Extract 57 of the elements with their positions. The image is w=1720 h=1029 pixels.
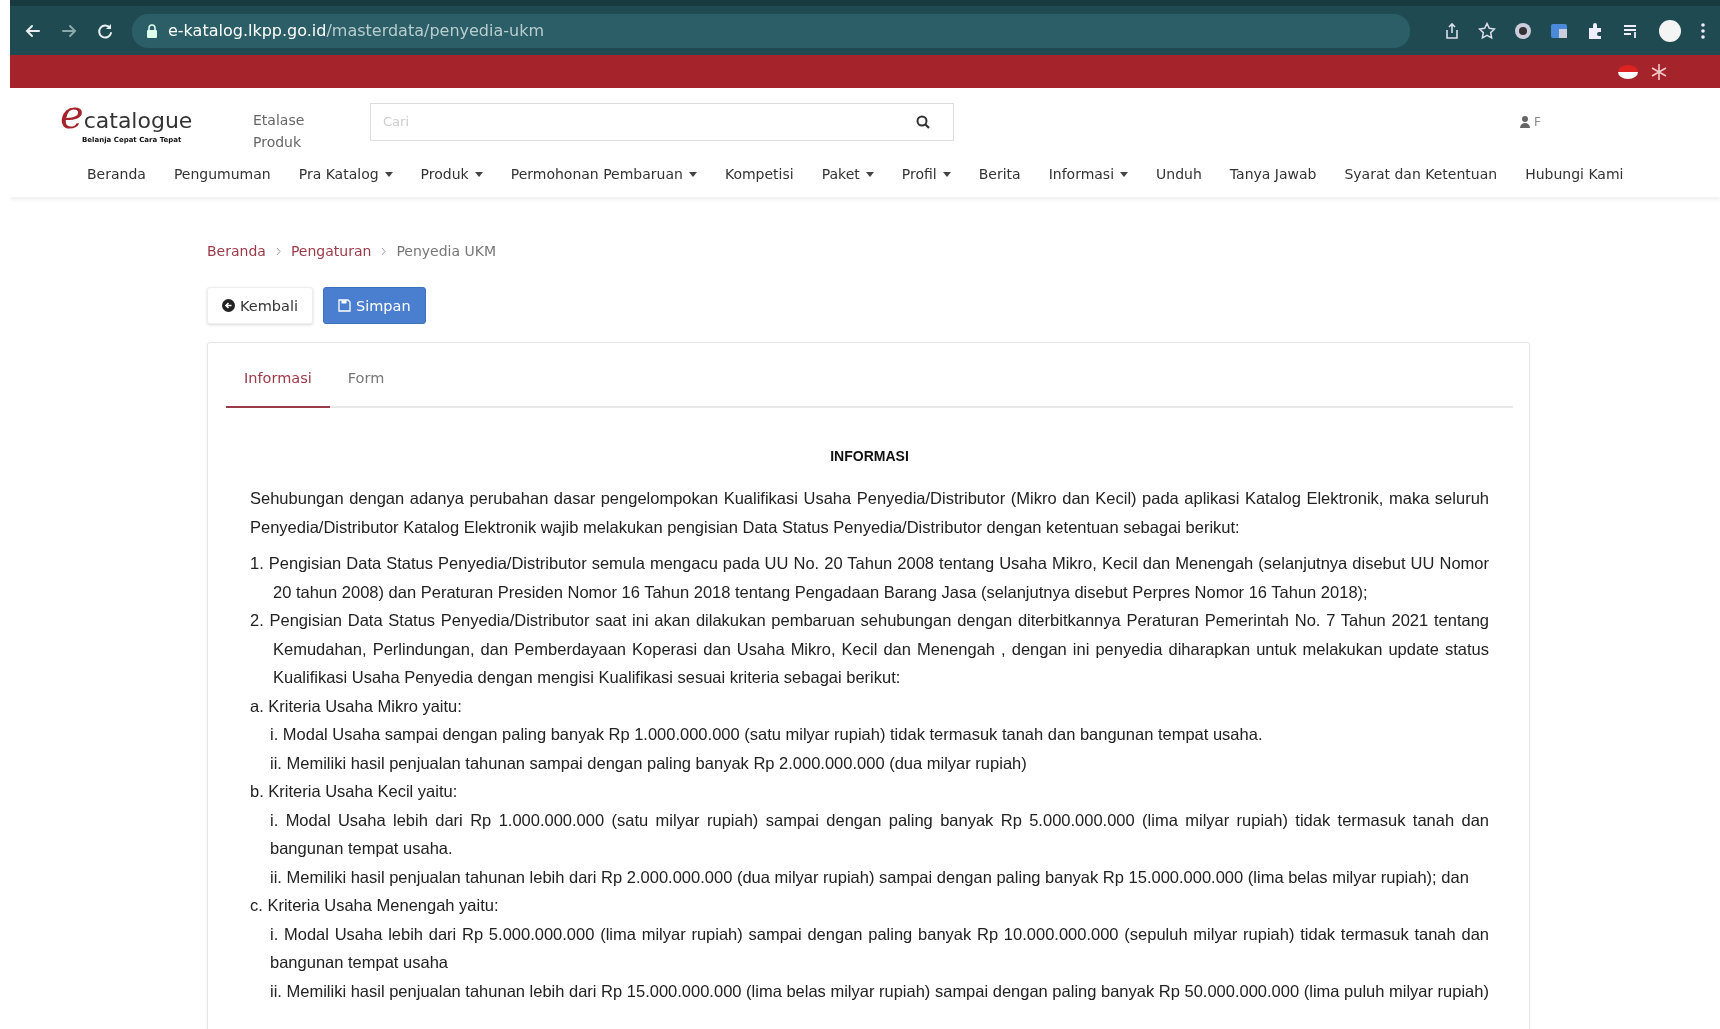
menu-icon[interactable] [1700,21,1706,40]
nav-link[interactable]: Berita [978,163,1021,185]
list-item-text: ii. Memiliki hasil penjualan tahunan lebih dari Rp 15.000.000.000 (lima belas milyar rupiah) sampai dengan paling banyak Rp 50.000.000.000 (lima puluh milyar rupiah) [270,980,1489,1002]
list-item-text: 1. Pengisian Data Status Penyedia/Distributor semula mengacu pada UU No. 20 Tahun 2008 tentang Usaha Mikro, Kecil dan Menengah (selanjutnya disebut UU Nomor 20 tahun 2008) dan Peraturan Presiden Nomor 16 Tahun 2018 tentang Pengadaan Barang Jasa (selanjutnya disebut Perpres Nomor 16 Tahun 2018); [250,553,1489,603]
list-item-text: c. Kriteria Usaha Menengah yaitu: [250,895,500,916]
section-heading: INFORMASI [829,448,910,464]
list-item-text: i. Modal Usaha lebih dari Rp 1.000.000.000 (satu milyar rupiah) sampai dengan paling banyak Rp 5.000.000.000 (lima milyar rupiah) tidak termasuk tanah dan bangunan tempat usaha. [270,809,1489,859]
list-item-text: 2. Pengisian Data Status Penyedia/Distributor saat ini akan dilakukan pembaruan sehubungan dengan diterbitkannya Peraturan Pemerintah No. 7 Tahun 2021 tentang Kemudahan, Perlindungan, dan Pemberdayaan Koperasi dan Usaha Mikro, Kecil dan Menengah , dengan ini penyedia diharapkan untuk melakukan update status Kualifikasi Usaha Penyedia dengan mengisi Kualifikasi sesuai kriteria sebagai berikut: [250,610,1489,688]
user-icon[interactable] [1520,115,1530,128]
tab[interactable]: Informasi [226,355,330,408]
floppy-icon [338,299,351,312]
etalase-link[interactable]: Etalase Produk [253,108,323,153]
nav-link[interactable]: Hubungi Kami [1525,163,1624,185]
flag-icon[interactable] [1618,64,1638,79]
list-item-text: i. Modal Usaha sampai dengan paling banyak Rp 1.000.000.000 (satu milyar rupiah) tidak termasuk tanah dan bangunan tempat usaha. [270,724,1264,745]
intro-paragraph: Sehubungan dengan adanya perubahan dasar pengelompokan Kualifikasi Usaha Penyedia/Distributor (Mikro dan Kecil) pada aplikasi Katalog Elektronik, maka seluruh Penyedia/Distributor Katalog Elektronik wajib melakukan pengisian Data Status Penyedia/Distributor dengan ketentuan sebagai berikut: [250,488,1489,538]
save-button[interactable]: Simpan [323,287,426,324]
chevron-icon [381,247,387,255]
nav-link[interactable]: Unduh [1156,163,1202,185]
breadcrumb-item[interactable]: Pengaturan [290,243,372,259]
caret-icon [942,171,951,177]
caret-icon [474,171,483,177]
caret-icon [1120,171,1129,177]
avatar-icon[interactable] [1658,18,1682,43]
chevron-icon [275,247,281,255]
nav-link[interactable]: Syarat dan Ketentuan [1344,163,1498,185]
breadcrumb-item[interactable]: Beranda [207,243,266,259]
puzzle-icon[interactable] [1586,21,1604,40]
extension-icon[interactable] [1514,21,1532,40]
list-item-text: ii. Memiliki hasil penjualan tahunan lebih dari Rp 2.000.000.000 (dua milyar rupiah) sampai dengan paling banyak Rp 15.000.000.000 (lima belas milyar rupiah); dan [270,866,1470,888]
url-text: e-katalog.lkpp.go.id/masterdata/penyedia-ukm [168,21,544,40]
list-item-text: b. Kriteria Usaha Kecil yaitu: [250,781,459,802]
nav-link[interactable]: Tanya Jawab [1229,163,1317,185]
nav-link[interactable]: Permohonan Pembaruan [510,163,697,185]
caret-icon [688,171,697,177]
nav-link[interactable]: Profil [901,163,951,185]
breadcrumb-item: Penyedia UKM [396,243,496,259]
back-button[interactable]: Kembali [207,287,313,324]
list-item-text: ii. Memiliki hasil penjualan tahunan sampai dengan paling banyak Rp 2.000.000.000 (dua milyar rupiah) [270,752,1028,774]
share-icon[interactable] [1444,21,1460,40]
nav-link[interactable]: Paket [821,163,874,185]
lock-icon [146,23,158,38]
nav-link[interactable]: Informasi [1048,163,1129,185]
caret-icon [384,171,393,177]
circle-arrow-icon [222,299,235,312]
caret-icon [865,171,874,177]
tab[interactable]: Form [329,355,403,408]
user-name[interactable]: F [1534,114,1541,129]
snowflake-icon[interactable] [1650,62,1668,81]
address-bar[interactable]: e-katalog.lkpp.go.id/masterdata/penyedia-ukm [132,13,1410,48]
list-item-text: a. Kriteria Usaha Mikro yaitu: [250,695,463,717]
nav-link[interactable]: Pengumuman [173,163,271,185]
nav-link[interactable]: Pra Katalog [298,163,393,185]
nav-link[interactable]: Produk [420,163,483,185]
nav-link[interactable]: Beranda [87,163,146,185]
star-icon[interactable] [1478,21,1496,40]
nav-link[interactable]: Kompetisi [724,163,794,185]
